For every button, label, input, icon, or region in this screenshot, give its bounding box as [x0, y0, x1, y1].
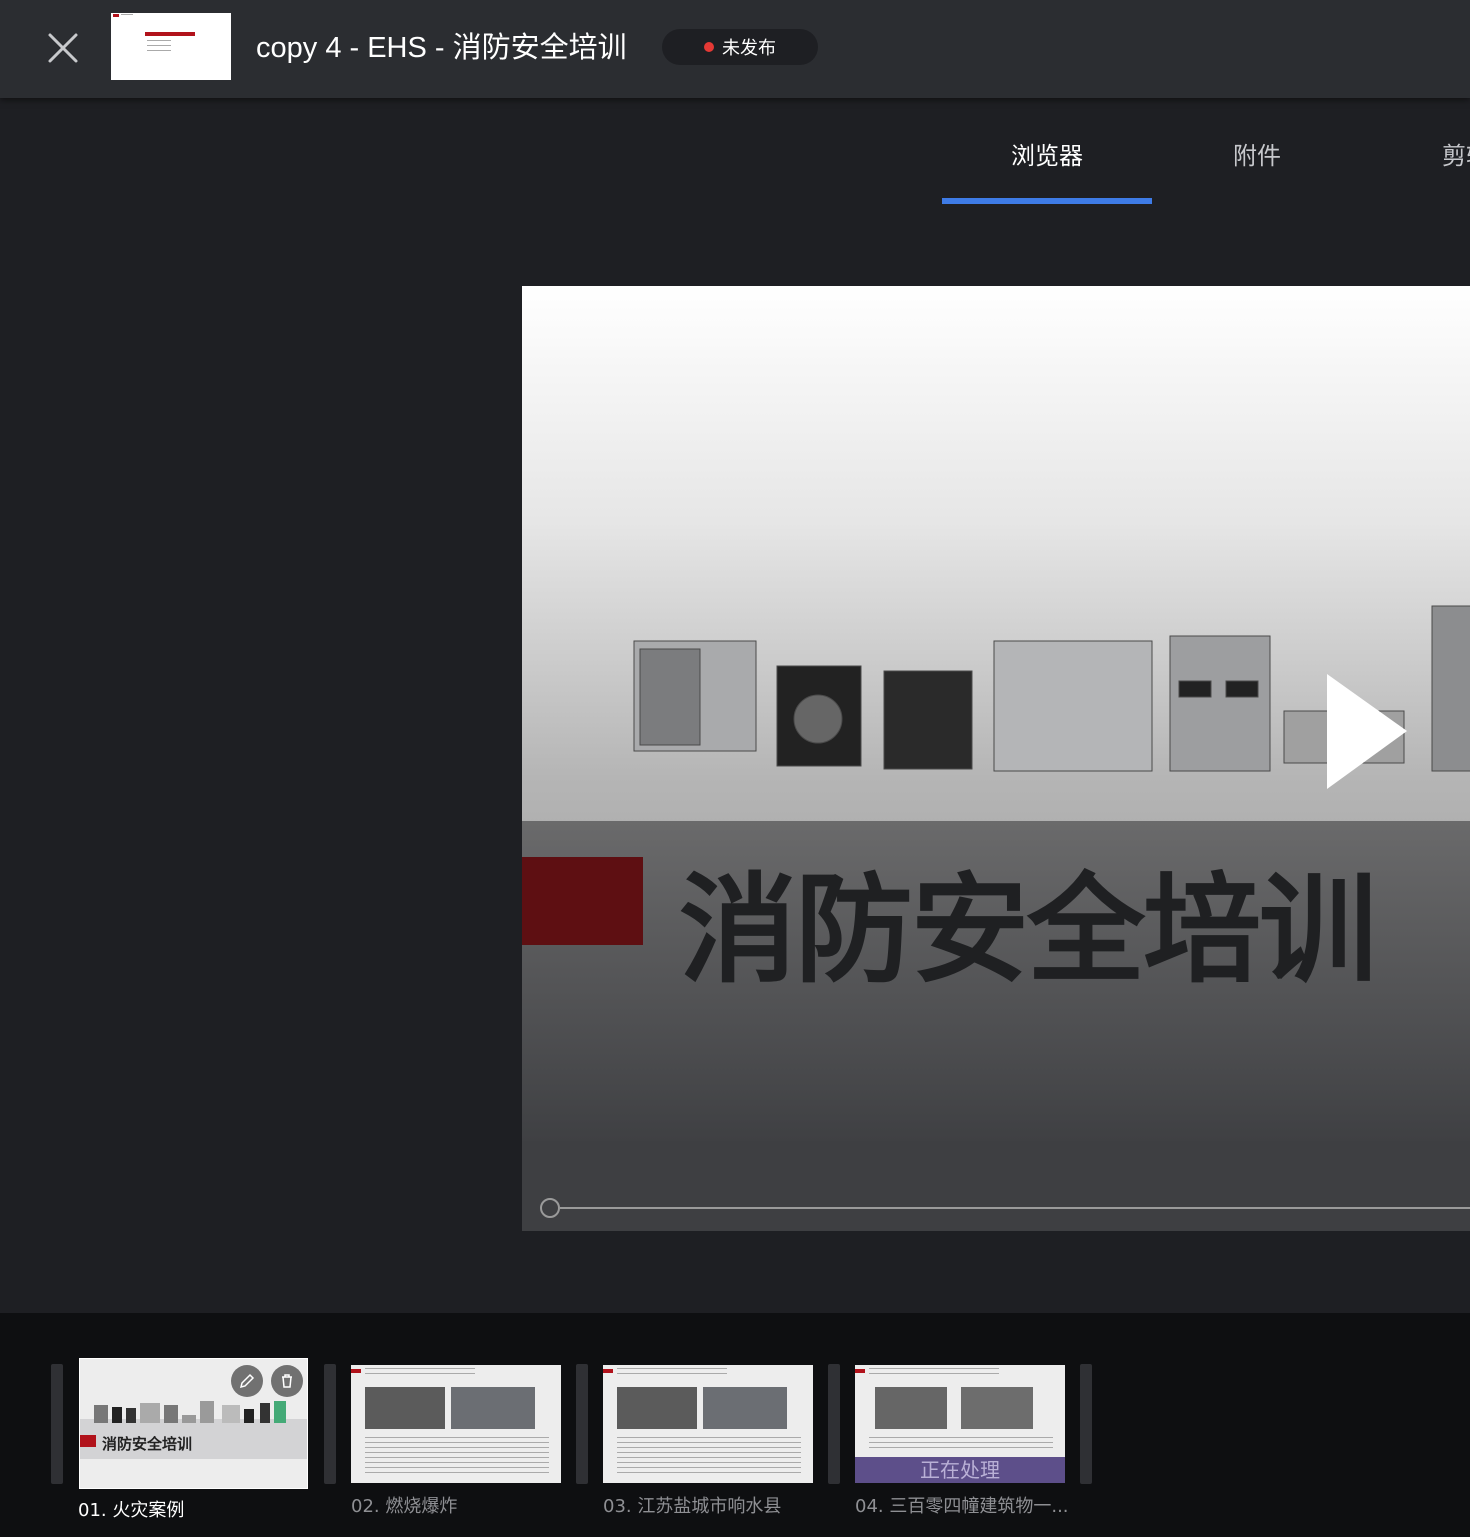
- status-badge: 未发布: [662, 29, 818, 65]
- title-accent-block: [522, 857, 643, 945]
- status-label: 未发布: [722, 38, 776, 59]
- chapter-label-3[interactable]: 03. 江苏盐城市响水县: [603, 1492, 781, 1518]
- chapter-label-1[interactable]: 01. 火灾案例: [78, 1496, 184, 1522]
- document-thumbnail: [111, 13, 231, 80]
- chapter-card-1[interactable]: 消防安全培训: [79, 1358, 308, 1489]
- chapter-card-3[interactable]: [603, 1365, 813, 1483]
- seek-bar[interactable]: [540, 1198, 1470, 1218]
- close-icon[interactable]: [40, 25, 86, 71]
- delete-icon[interactable]: [271, 1365, 303, 1397]
- play-icon[interactable]: [1322, 669, 1412, 794]
- tab-browser[interactable]: 浏览器: [1011, 136, 1083, 171]
- chapter-card-4[interactable]: 正在处理: [855, 1365, 1065, 1483]
- chapter-card-2[interactable]: [351, 1365, 561, 1483]
- seek-handle[interactable]: [540, 1198, 560, 1218]
- edit-icon[interactable]: [231, 1365, 263, 1397]
- processing-overlay: 正在处理: [855, 1457, 1065, 1483]
- page-title: copy 4 - EHS - 消防安全培训: [256, 32, 627, 64]
- drag-handle[interactable]: [51, 1364, 63, 1484]
- seek-track: [560, 1207, 1470, 1209]
- active-tab-indicator: [942, 198, 1152, 204]
- tab-clips[interactable]: 剪辑: [1442, 136, 1470, 171]
- top-bar: copy 4 - EHS - 消防安全培训 未发布: [0, 0, 1470, 98]
- chapter-label-2[interactable]: 02. 燃烧爆炸: [351, 1492, 457, 1518]
- tab-attachments[interactable]: 附件: [1233, 136, 1281, 171]
- video-player[interactable]: 消防安全培训: [522, 286, 1470, 1231]
- drag-handle[interactable]: [324, 1364, 336, 1484]
- drag-handle[interactable]: [1080, 1364, 1092, 1484]
- slide-title: 消防安全培训: [679, 861, 1377, 999]
- chapter-label-4[interactable]: 04. 三百零四幢建筑物一...: [855, 1492, 1069, 1518]
- chapter-cover-title: 消防安全培训: [102, 1435, 193, 1453]
- status-dot-icon: [704, 42, 714, 52]
- drag-handle[interactable]: [576, 1364, 588, 1484]
- drag-handle[interactable]: [828, 1364, 840, 1484]
